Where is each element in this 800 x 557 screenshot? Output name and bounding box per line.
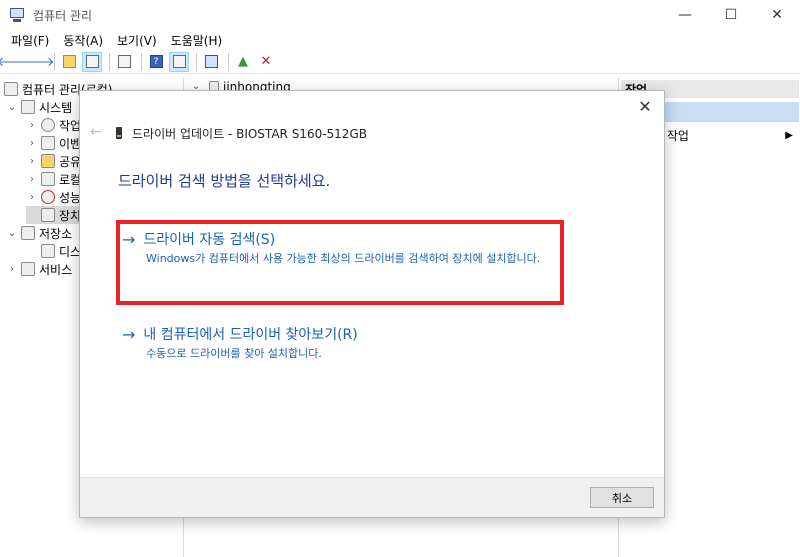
tree-services[interactable]: › 서비스 <box>6 260 72 278</box>
chevron-down-icon[interactable]: ⌄ <box>6 228 18 239</box>
menu-action[interactable]: 동작(A) <box>56 32 110 49</box>
menu-file[interactable]: 파일(F) <box>4 32 56 49</box>
tree-item-local-users[interactable]: › 로컬 <box>26 170 81 188</box>
up-folder-icon[interactable] <box>59 52 79 72</box>
dialog-footer: 취소 <box>80 477 664 517</box>
toolbar-separator <box>228 52 229 71</box>
computer-management-icon <box>9 7 25 23</box>
tree-services-label: 서비스 <box>39 262 73 277</box>
chevron-right-icon: ▶ <box>785 129 793 141</box>
tree-item-disk-management[interactable]: 디스 <box>26 242 81 260</box>
toolbar-separator <box>54 52 55 71</box>
uninstall-icon[interactable]: ✕ <box>256 52 276 72</box>
tree-item-label: 작업 <box>59 118 82 133</box>
shared-folder-icon <box>41 154 55 168</box>
chevron-right-icon[interactable]: › <box>6 264 18 275</box>
option2-title: 내 컴퓨터에서 드라이버 찾아보기(R) <box>143 327 358 343</box>
dialog-heading: 드라이버 검색 방법을 선택하세요. <box>118 172 331 190</box>
chevron-right-icon[interactable]: › <box>26 174 38 185</box>
storage-icon <box>21 226 35 240</box>
performance-icon <box>41 190 55 204</box>
browse-computer-option[interactable]: → 내 컴퓨터에서 드라이버 찾아보기(R) 수동으로 드라이버를 찾아 설치합… <box>122 324 552 361</box>
close-button[interactable]: ✕ <box>754 0 800 30</box>
tree-item-event-viewer[interactable]: › 이벤 <box>26 134 81 152</box>
dialog-header-label: 드라이버 업데이트 - BIOSTAR S160-512GB <box>132 126 367 141</box>
tree-item-label: 디스 <box>59 244 82 259</box>
services-icon <box>21 262 35 276</box>
tree-system-tools-label: 시스템 <box>39 100 73 115</box>
search-automatically-option[interactable]: → 드라이버 자동 검색(S) Windows가 컴퓨터에서 사용 가능한 최상… <box>122 229 552 266</box>
tree-storage-label: 저장소 <box>39 226 73 241</box>
tree-system-tools[interactable]: ⌄ 시스템 <box>6 98 72 116</box>
update-driver-icon[interactable]: ▲ <box>233 52 253 72</box>
arrow-right-icon: → <box>122 229 136 249</box>
chevron-right-icon[interactable]: › <box>26 120 38 131</box>
window-controls: — ☐ ✕ <box>662 0 800 30</box>
show-tree-icon[interactable] <box>82 51 102 72</box>
menu-view[interactable]: 보기(V) <box>110 32 164 49</box>
option2-description: 수동으로 드라이버를 찾아 설치합니다. <box>146 347 322 360</box>
menu-help[interactable]: 도움말(H) <box>164 32 230 49</box>
chevron-right-icon[interactable]: › <box>26 192 38 203</box>
menu-bar: 파일(F) 동작(A) 보기(V) 도움말(H) <box>0 30 800 50</box>
event-viewer-icon <box>41 136 55 150</box>
toolbar-separator <box>109 52 110 71</box>
minimize-button[interactable]: — <box>662 0 708 30</box>
dialog-header: 드라이버 업데이트 - BIOSTAR S160-512GB <box>116 124 367 142</box>
disk-icon <box>41 244 55 258</box>
toolbar-separator <box>196 52 197 71</box>
help-icon[interactable]: ? <box>146 52 166 72</box>
users-icon <box>41 172 55 186</box>
forward-icon[interactable]: 🡒 <box>20 52 55 72</box>
device-manager-icon <box>41 208 55 222</box>
tree-item-shared-folders[interactable]: › 공유 <box>26 152 81 170</box>
tree-item-label: 로컬 <box>59 172 82 187</box>
toolbar-separator <box>141 52 142 71</box>
tree-item-label: 이벤 <box>59 136 82 151</box>
update-driver-dialog: ✕ ← 드라이버 업데이트 - BIOSTAR S160-512GB 드라이버 … <box>79 90 665 518</box>
arrow-right-icon: → <box>122 324 136 344</box>
tree-item-label: 장치 <box>59 208 82 223</box>
dialog-close-button[interactable]: ✕ <box>634 95 656 117</box>
tree-item-task-scheduler[interactable]: › 작업 <box>26 116 81 134</box>
chevron-right-icon[interactable]: › <box>26 156 38 167</box>
option1-title: 드라이버 자동 검색(S) <box>143 232 276 248</box>
chevron-right-icon[interactable]: › <box>26 138 38 149</box>
action-pane-icon[interactable] <box>169 51 189 72</box>
tree-item-label: 성능 <box>59 190 82 205</box>
properties-icon[interactable] <box>114 52 134 72</box>
toolbar: 🡐 🡒 ? ▲ ✕ <box>0 50 800 74</box>
tools-icon <box>21 100 35 114</box>
ssd-device-icon <box>116 127 122 139</box>
chevron-down-icon[interactable]: ⌄ <box>6 102 18 113</box>
option1-description: Windows가 컴퓨터에서 사용 가능한 최상의 드라이버를 검색하여 장치에… <box>146 252 541 265</box>
clock-icon <box>41 118 55 132</box>
tree-item-label: 공유 <box>59 154 82 169</box>
tree-item-performance[interactable]: › 성능 <box>26 188 81 206</box>
option-title: → 드라이버 자동 검색(S) <box>122 229 552 249</box>
window-title: 컴퓨터 관리 <box>33 8 93 23</box>
cancel-button[interactable]: 취소 <box>590 487 654 508</box>
back-arrow-icon[interactable]: ← <box>88 124 104 140</box>
option-title: → 내 컴퓨터에서 드라이버 찾아보기(R) <box>122 324 552 344</box>
scan-hardware-icon[interactable] <box>201 52 221 72</box>
computer-icon <box>4 82 18 96</box>
title-bar: 컴퓨터 관리 — ☐ ✕ <box>0 0 800 30</box>
maximize-button[interactable]: ☐ <box>708 0 754 30</box>
tree-storage[interactable]: ⌄ 저장소 <box>6 224 72 242</box>
